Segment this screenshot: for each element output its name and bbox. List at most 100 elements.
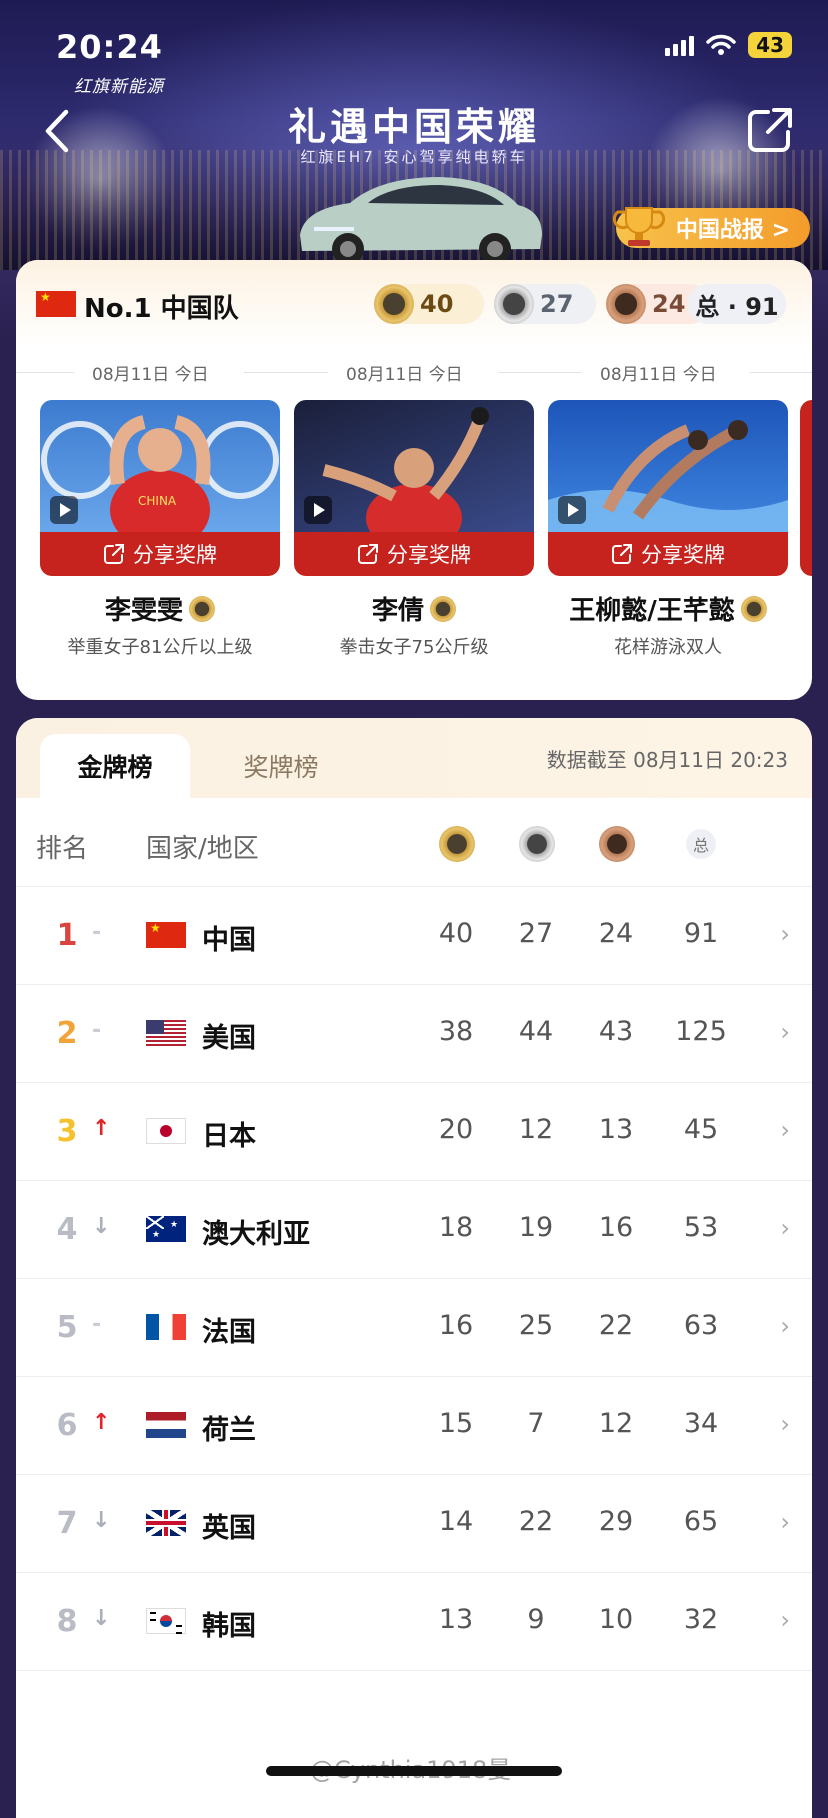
netherlands-flag-icon: [146, 1412, 186, 1438]
trophy-icon: [612, 207, 665, 246]
divider: [16, 372, 74, 373]
medal-ranking-card: 金牌榜 奖牌榜 数据截至 08月11日 20:23 排名 国家/地区 总 1- ★…: [16, 718, 812, 1818]
rank-trend-icon: ↓: [92, 1214, 111, 1239]
gold-value: 13: [438, 1604, 474, 1635]
home-indicator[interactable]: [266, 1766, 562, 1776]
rank-number: 1: [56, 918, 78, 953]
tab-gold-ranking[interactable]: 金牌榜: [40, 734, 190, 798]
athlete-photo[interactable]: [294, 400, 534, 532]
bronze-value: 10: [598, 1604, 634, 1635]
total-count-badge: 总 · 91: [688, 284, 786, 324]
tab-medal-ranking[interactable]: 奖牌榜: [211, 734, 351, 798]
athlete-card[interactable]: 分享奖牌 李倩 拳击女子75公斤级: [294, 400, 534, 659]
bronze-count: 24: [652, 290, 686, 318]
table-row[interactable]: 8 ↓ 韩国 13 9 10 32 ›: [16, 1572, 812, 1671]
divider: [244, 372, 328, 373]
play-icon[interactable]: [558, 496, 586, 524]
chevron-right-icon: ›: [780, 1116, 790, 1144]
data-updated-time: 数据截至 08月11日 20:23: [546, 748, 788, 772]
total-value: 65: [683, 1506, 719, 1537]
medal-date: 08月11日 今日: [92, 365, 209, 385]
rank-trend-icon: ↑: [92, 1410, 111, 1435]
country-name: 荷兰: [202, 1415, 256, 1446]
next-athlete-card-peek[interactable]: [800, 400, 812, 576]
table-row[interactable]: 2- 美国 38 44 43 125 ›: [16, 984, 812, 1083]
ranking-header: 金牌榜 奖牌榜 数据截至 08月11日 20:23: [16, 718, 812, 798]
share-medal-label: 分享奖牌: [641, 543, 725, 567]
chevron-right-icon: ›: [780, 920, 790, 948]
play-icon[interactable]: [304, 496, 332, 524]
country-name: 日本: [202, 1121, 256, 1152]
col-total: 总: [686, 829, 716, 859]
total-value: 63: [683, 1310, 719, 1341]
bronze-value: 13: [598, 1114, 634, 1145]
silver-value: 12: [518, 1114, 554, 1145]
table-row[interactable]: 7 ↓ 英国 14 22 29 65 ›: [16, 1474, 812, 1573]
athlete-card[interactable]: 分享奖牌 王柳懿/王芊懿 花样游泳双人: [548, 400, 788, 659]
gold-value: 18: [438, 1212, 474, 1243]
table-row[interactable]: 5- 法国 16 25 22 63 ›: [16, 1278, 812, 1377]
share-medal-label: 分享奖牌: [133, 543, 217, 567]
gold-value: 16: [438, 1310, 474, 1341]
bronze-value: 29: [598, 1506, 634, 1537]
chevron-right-icon: ›: [780, 1606, 790, 1634]
status-icons: 43: [665, 32, 792, 58]
total-value: 32: [683, 1604, 719, 1635]
silver-medal-icon: [519, 826, 555, 862]
bronze-value: 12: [598, 1408, 634, 1439]
table-row[interactable]: 4 ↓ ★ ★ 澳大利亚 18 19 16 53 ›: [16, 1180, 812, 1279]
hero-title: 礼遇中国荣耀: [287, 105, 540, 149]
athlete-name-row: 李倩: [294, 590, 534, 627]
country-name: 澳大利亚: [202, 1219, 310, 1250]
uk-flag-icon: [146, 1510, 186, 1536]
bronze-medal-icon: [599, 826, 635, 862]
share-medal-label: 分享奖牌: [387, 543, 471, 567]
total-value: 125: [675, 1016, 727, 1047]
country-name: 英国: [202, 1513, 256, 1544]
athlete-photo[interactable]: [548, 400, 788, 532]
status-time: 20:24: [56, 28, 163, 66]
share-medal-button[interactable]: 分享奖牌: [294, 532, 534, 576]
chevron-right-icon: ›: [780, 1410, 790, 1438]
play-icon[interactable]: [50, 496, 78, 524]
gold-medal-icon: [439, 826, 475, 862]
gold-count-badge: 40: [374, 284, 484, 324]
rank-trend-icon: ↓: [92, 1508, 111, 1533]
table-row[interactable]: 6 ↑ 荷兰 15 7 12 34 ›: [16, 1376, 812, 1475]
usa-flag-icon: [146, 1020, 186, 1046]
team-header: No.1 中国队 40 27 24 总 · 91: [16, 260, 812, 348]
share-medal-button[interactable]: 分享奖牌: [548, 532, 788, 576]
rank-number: 8: [56, 1604, 78, 1639]
rank-number: 5: [56, 1310, 78, 1345]
total-value: 91: [683, 918, 719, 949]
share-medal-button[interactable]: 分享奖牌: [40, 532, 280, 576]
athlete-name-row: 王柳懿/王芊懿: [548, 590, 788, 627]
athlete-event: 举重女子81公斤以上级: [67, 637, 253, 658]
athlete-name: 李雯雯: [104, 596, 183, 626]
team-summary-card: No.1 中国队 40 27 24 总 · 91 08月11日 今日 08月11…: [16, 260, 812, 700]
wifi-icon: [706, 34, 736, 55]
silver-value: 27: [518, 918, 554, 949]
athlete-photo[interactable]: CHINA: [40, 400, 280, 532]
japan-flag-icon: [146, 1118, 186, 1144]
signal-icon: [665, 34, 695, 56]
car-image: [300, 177, 542, 265]
bronze-medal-icon: [606, 284, 646, 324]
medal-date: 08月11日 今日: [600, 365, 717, 385]
bronze-value: 24: [598, 918, 634, 949]
bronze-value: 16: [598, 1212, 634, 1243]
gold-medal-icon: [430, 595, 456, 622]
table-row[interactable]: 3 ↑ 日本 20 12 13 45 ›: [16, 1082, 812, 1181]
korea-flag-icon: [146, 1608, 186, 1634]
athlete-card[interactable]: CHINA 分享奖牌 李雯雯 举重女子81公斤以上级: [40, 400, 280, 659]
table-row[interactable]: 1- ★ 中国 40 27 24 91 ›: [16, 886, 812, 985]
chevron-right-icon: ›: [780, 1018, 790, 1046]
australia-flag-icon: ★ ★: [146, 1216, 186, 1242]
chevron-right-icon: ›: [780, 1312, 790, 1340]
gold-medal-icon: [374, 284, 414, 324]
gold-count: 40: [420, 290, 454, 318]
china-report-button[interactable]: 中国战报 >: [612, 207, 810, 248]
country-name: 中国: [202, 925, 256, 956]
rank-number: 2: [56, 1016, 78, 1051]
bronze-value: 22: [598, 1310, 634, 1341]
